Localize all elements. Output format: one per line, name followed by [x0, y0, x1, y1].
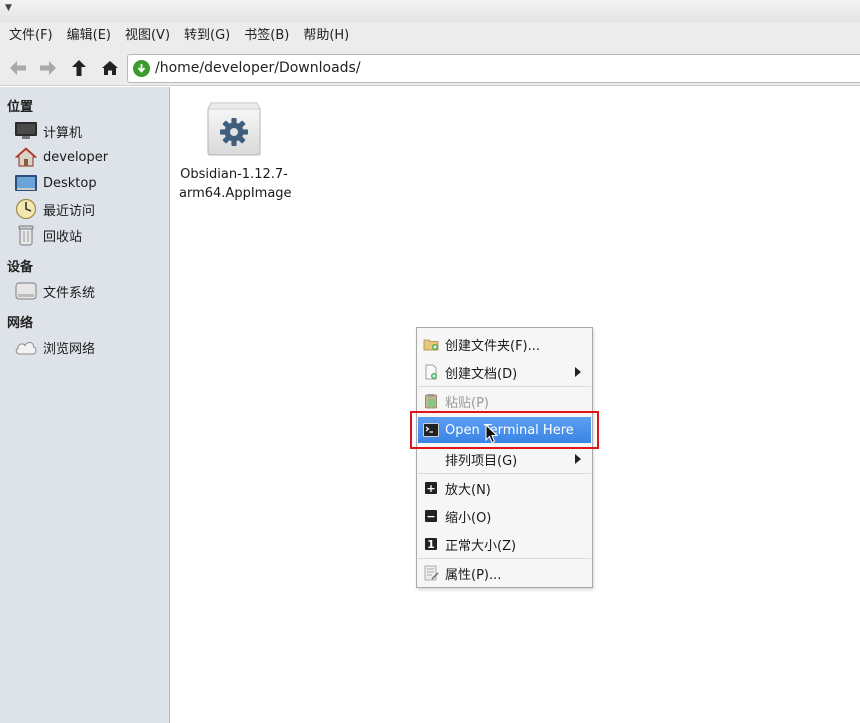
sidebar-item-trash[interactable]: 回收站 — [14, 223, 164, 247]
new-folder-icon — [423, 336, 439, 352]
sidebar-item-label: 计算机 — [43, 125, 83, 141]
drive-icon — [14, 280, 38, 302]
context-menu: 创建文件夹(F)... 创建文档(D) 粘贴(P) Open Terminal … — [416, 327, 593, 588]
menu-item-label: 放大(N) — [445, 482, 491, 498]
network-heading: 网络 — [7, 316, 34, 331]
desktop-icon — [14, 172, 38, 194]
menu-item-properties[interactable]: 属性(P)... — [418, 560, 591, 586]
go-icon[interactable] — [133, 60, 150, 77]
file-name-line1: Obsidian-1.12.7- — [180, 167, 288, 182]
window-menu-icon[interactable]: ▼ — [5, 3, 12, 13]
menu-item-label: 创建文档(D) — [445, 366, 518, 382]
sidebar-item-label: 回收站 — [43, 229, 83, 245]
sidebar-item-label: developer — [43, 149, 109, 165]
sidebar-item-developer[interactable]: developer — [14, 145, 164, 169]
computer-icon — [14, 120, 38, 142]
places-heading: 位置 — [7, 100, 34, 115]
home-button[interactable] — [98, 56, 122, 80]
up-button[interactable] — [67, 56, 91, 80]
menu-item-zoom-out[interactable]: − 缩小(O) — [418, 503, 591, 529]
zoom-out-icon: − — [425, 509, 437, 523]
submenu-arrow-icon — [575, 454, 581, 464]
menu-item-create-folder[interactable]: 创建文件夹(F)... — [418, 331, 591, 357]
sidebar: 位置 计算机 developer Desktop 最近访问 回收站 设备 文件系… — [0, 87, 170, 723]
submenu-arrow-icon — [575, 367, 581, 377]
menu-item-label: 排列项目(G) — [445, 453, 518, 469]
location-bar[interactable]: /home/developer/Downloads/ — [127, 54, 860, 83]
properties-icon — [423, 565, 439, 581]
menu-item-create-document[interactable]: 创建文档(D) — [418, 359, 591, 385]
menu-item-label: 创建文件夹(F)... — [445, 338, 541, 354]
trash-icon — [14, 224, 38, 246]
sidebar-item-label: 浏览网络 — [43, 341, 96, 357]
forward-button[interactable] — [36, 56, 60, 80]
menu-bookmarks[interactable]: 书签(B) — [237, 22, 296, 50]
sidebar-item-label: Desktop — [43, 175, 97, 191]
sidebar-item-browse-network[interactable]: 浏览网络 — [14, 335, 164, 359]
menu-item-zoom-in[interactable]: + 放大(N) — [418, 475, 591, 501]
menu-go[interactable]: 转到(G) — [177, 22, 237, 50]
menu-item-arrange-items[interactable]: 排列项目(G) — [418, 446, 591, 472]
window-titlebar: ▼ — [0, 0, 860, 22]
sidebar-item-filesystem[interactable]: 文件系统 — [14, 279, 164, 303]
menu-item-label: 属性(P)... — [445, 567, 502, 583]
network-cloud-icon — [14, 336, 38, 358]
sidebar-item-label: 文件系统 — [43, 285, 96, 301]
menu-separator — [418, 473, 591, 474]
menu-help[interactable]: 帮助(H) — [296, 22, 356, 50]
menu-edit[interactable]: 编辑(E) — [60, 22, 118, 50]
menubar: 文件(F) 编辑(E) 视图(V) 转到(G) 书签(B) 帮助(H) — [0, 22, 860, 50]
menu-file[interactable]: 文件(F) — [2, 22, 60, 50]
menu-item-label: 正常大小(Z) — [445, 538, 517, 554]
file-item[interactable]: Obsidian-1.12.7- arm64.AppImage — [179, 97, 292, 203]
sidebar-item-computer[interactable]: 计算机 — [14, 119, 164, 143]
home-icon — [102, 61, 118, 75]
devices-heading: 设备 — [7, 260, 34, 275]
file-name-line2: arm64.AppImage — [179, 186, 292, 201]
recent-icon — [14, 198, 38, 220]
arrow-right-icon — [40, 61, 56, 75]
menu-item-label: 粘贴(P) — [445, 395, 489, 411]
arrow-left-icon — [10, 61, 26, 75]
menu-separator — [418, 558, 591, 559]
sidebar-item-label: 最近访问 — [43, 203, 96, 219]
executable-gear-icon — [205, 97, 263, 157]
location-path[interactable]: /home/developer/Downloads/ — [155, 55, 361, 82]
arrow-up-icon — [72, 60, 86, 76]
zoom-normal-icon: 1 — [423, 536, 439, 552]
highlight-annotation-box — [410, 411, 599, 449]
paste-icon — [423, 393, 439, 409]
zoom-in-icon: + — [425, 481, 437, 495]
sidebar-item-recent[interactable]: 最近访问 — [14, 197, 164, 221]
menu-view[interactable]: 视图(V) — [118, 22, 177, 50]
back-button[interactable] — [6, 56, 30, 80]
home-folder-icon — [14, 146, 38, 168]
mouse-cursor-icon — [485, 424, 499, 444]
sidebar-item-desktop[interactable]: Desktop — [14, 171, 164, 195]
new-document-icon — [423, 364, 439, 380]
menu-item-normal-size[interactable]: 1 正常大小(Z) — [418, 531, 591, 557]
menu-separator — [418, 386, 591, 387]
menu-item-label: 缩小(O) — [445, 510, 492, 526]
